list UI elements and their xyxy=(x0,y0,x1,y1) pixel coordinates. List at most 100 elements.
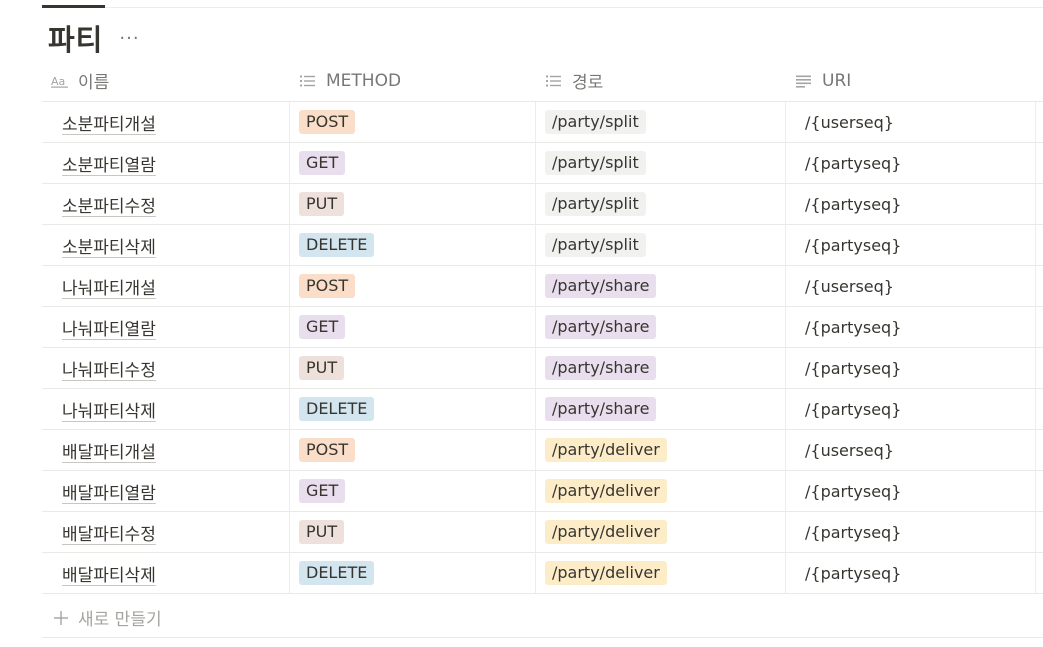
column-header-path[interactable]: 경로 xyxy=(536,60,786,101)
column-header-uri[interactable]: URI xyxy=(786,60,1036,101)
svg-text:Aa: Aa xyxy=(51,75,65,88)
table-row[interactable]: 배달파티삭제 DELETE/party/deliver /{partyseq} xyxy=(42,553,1043,594)
uri-value: /{partyseq} xyxy=(805,358,902,378)
column-header-label: METHOD xyxy=(326,70,402,91)
method-tag: POST xyxy=(299,274,356,298)
name-cell[interactable]: 나눠파티열람 xyxy=(42,307,290,347)
path-cell[interactable]: /party/share xyxy=(536,348,786,388)
database-title[interactable]: 파티 xyxy=(48,17,103,59)
path-cell[interactable]: /party/split xyxy=(536,102,786,142)
path-tag: /party/deliver xyxy=(545,438,667,462)
column-header-label: URI xyxy=(822,70,852,91)
table-row[interactable]: 나눠파티열람 GET/party/share /{partyseq} xyxy=(42,307,1043,348)
row-name[interactable]: 나눠파티수정 xyxy=(51,356,156,381)
row-name[interactable]: 나눠파티개설 xyxy=(51,274,156,299)
method-cell[interactable]: POST xyxy=(290,430,536,470)
uri-value: /{userseq} xyxy=(805,112,894,132)
method-cell[interactable]: PUT xyxy=(290,512,536,552)
method-tag: DELETE xyxy=(299,233,375,257)
column-header-name[interactable]: Aa 이름 xyxy=(42,60,290,101)
path-cell[interactable]: /party/deliver xyxy=(536,430,786,470)
method-tag: POST xyxy=(299,110,356,134)
table-row[interactable]: 소분파티열람 GET/party/split /{partyseq} xyxy=(42,143,1043,184)
row-name[interactable]: 소분파티열람 xyxy=(51,151,156,176)
new-row-button[interactable]: 새로 만들기 xyxy=(42,598,1043,638)
table-row[interactable]: 나눠파티개설 POST/party/share /{userseq} xyxy=(42,266,1043,307)
path-cell[interactable]: /party/share xyxy=(536,266,786,306)
uri-cell[interactable]: /{partyseq} xyxy=(786,512,1036,552)
method-cell[interactable]: DELETE xyxy=(290,553,536,593)
path-cell[interactable]: /party/split xyxy=(536,143,786,183)
path-cell[interactable]: /party/split xyxy=(536,225,786,265)
text-property-icon xyxy=(796,75,811,88)
name-cell[interactable]: 나눠파티수정 xyxy=(42,348,290,388)
method-cell[interactable]: POST xyxy=(290,102,536,142)
method-cell[interactable]: DELETE xyxy=(290,225,536,265)
method-cell[interactable]: PUT xyxy=(290,184,536,224)
table-row[interactable]: 소분파티삭제 DELETE/party/split /{partyseq} xyxy=(42,225,1043,266)
row-name[interactable]: 배달파티개설 xyxy=(51,438,156,463)
uri-cell[interactable]: /{userseq} xyxy=(786,266,1036,306)
uri-cell[interactable]: /{userseq} xyxy=(786,102,1036,142)
uri-cell[interactable]: /{partyseq} xyxy=(786,553,1036,593)
table-row[interactable]: 나눠파티삭제 DELETE/party/share /{partyseq} xyxy=(42,389,1043,430)
path-tag: /party/deliver xyxy=(545,520,667,544)
uri-cell[interactable]: /{partyseq} xyxy=(786,184,1036,224)
row-name[interactable]: 배달파티삭제 xyxy=(51,561,156,586)
table-row[interactable]: 소분파티개설 POST/party/split /{userseq} xyxy=(42,102,1043,143)
uri-cell[interactable]: /{partyseq} xyxy=(786,389,1036,429)
uri-cell[interactable]: /{partyseq} xyxy=(786,471,1036,511)
name-cell[interactable]: 소분파티개설 xyxy=(42,102,290,142)
path-tag: /party/split xyxy=(545,110,646,134)
uri-cell[interactable]: /{userseq} xyxy=(786,430,1036,470)
uri-cell[interactable]: /{partyseq} xyxy=(786,348,1036,388)
path-tag: /party/split xyxy=(545,151,646,175)
name-cell[interactable]: 나눠파티삭제 xyxy=(42,389,290,429)
path-cell[interactable]: /party/deliver xyxy=(536,512,786,552)
row-name[interactable]: 배달파티수정 xyxy=(51,520,156,545)
row-name[interactable]: 소분파티개설 xyxy=(51,110,156,135)
table-row[interactable]: 소분파티수정 PUT/party/split /{partyseq} xyxy=(42,184,1043,225)
path-cell[interactable]: /party/share xyxy=(536,307,786,347)
method-cell[interactable]: GET xyxy=(290,471,536,511)
more-options-icon[interactable]: ··· xyxy=(119,30,139,48)
name-cell[interactable]: 소분파티수정 xyxy=(42,184,290,224)
active-view-tab-indicator[interactable] xyxy=(42,5,105,8)
name-cell[interactable]: 소분파티열람 xyxy=(42,143,290,183)
path-cell[interactable]: /party/deliver xyxy=(536,471,786,511)
method-cell[interactable]: PUT xyxy=(290,348,536,388)
path-cell[interactable]: /party/split xyxy=(536,184,786,224)
method-cell[interactable]: GET xyxy=(290,307,536,347)
column-header-label: 경로 xyxy=(572,73,604,93)
method-cell[interactable]: DELETE xyxy=(290,389,536,429)
name-cell[interactable]: 나눠파티개설 xyxy=(42,266,290,306)
uri-cell[interactable]: /{partyseq} xyxy=(786,225,1036,265)
uri-value: /{partyseq} xyxy=(805,399,902,419)
method-cell[interactable]: POST xyxy=(290,266,536,306)
name-cell[interactable]: 소분파티삭제 xyxy=(42,225,290,265)
name-cell[interactable]: 배달파티개설 xyxy=(42,430,290,470)
name-cell[interactable]: 배달파티열람 xyxy=(42,471,290,511)
row-name[interactable]: 배달파티열람 xyxy=(51,479,156,504)
table-row[interactable]: 배달파티열람 GET/party/deliver /{partyseq} xyxy=(42,471,1043,512)
row-name[interactable]: 나눠파티삭제 xyxy=(51,397,156,422)
title-property-icon: Aa xyxy=(51,75,68,88)
column-header-method[interactable]: METHOD xyxy=(290,60,536,101)
path-cell[interactable]: /party/deliver xyxy=(536,553,786,593)
row-name[interactable]: 소분파티삭제 xyxy=(51,233,156,258)
row-name[interactable]: 나눠파티열람 xyxy=(51,315,156,340)
path-tag: /party/deliver xyxy=(545,479,667,503)
method-cell[interactable]: GET xyxy=(290,143,536,183)
name-cell[interactable]: 배달파티수정 xyxy=(42,512,290,552)
table-row[interactable]: 배달파티수정 PUT/party/deliver /{partyseq} xyxy=(42,512,1043,553)
name-cell[interactable]: 배달파티삭제 xyxy=(42,553,290,593)
uri-cell[interactable]: /{partyseq} xyxy=(786,307,1036,347)
table-row[interactable]: 나눠파티수정 PUT/party/share /{partyseq} xyxy=(42,348,1043,389)
row-name[interactable]: 소분파티수정 xyxy=(51,192,156,217)
uri-value: /{partyseq} xyxy=(805,194,902,214)
table-header: Aa 이름 METHOD 경로 URI xyxy=(42,60,1043,102)
path-tag: /party/split xyxy=(545,192,646,216)
path-cell[interactable]: /party/share xyxy=(536,389,786,429)
table-row[interactable]: 배달파티개설 POST/party/deliver /{userseq} xyxy=(42,430,1043,471)
uri-cell[interactable]: /{partyseq} xyxy=(786,143,1036,183)
